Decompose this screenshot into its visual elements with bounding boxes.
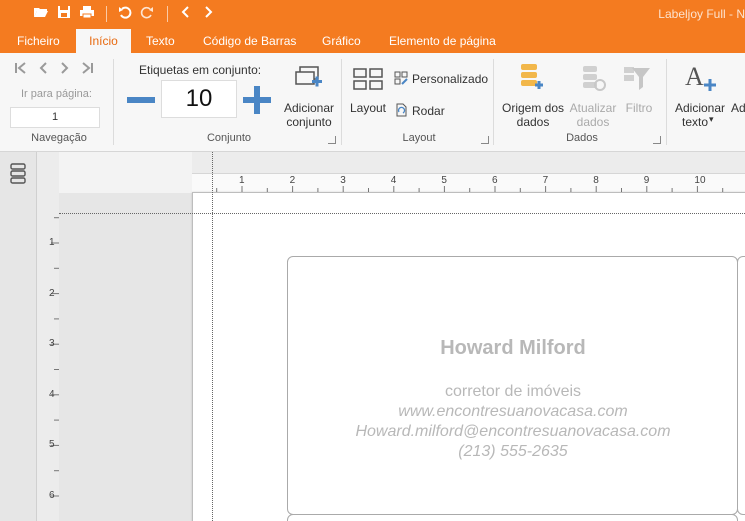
next-button-partial[interactable]: Ad [731,101,745,115]
increase-count-button-vertical [254,86,260,114]
redo-icon[interactable] [138,5,156,23]
card-phone: (213) 555-2635 [458,443,568,460]
ribbon: Ir para página: 1 Navegação Etiquetas em… [0,53,745,152]
card-name: Howard Milford [440,337,586,359]
add-text-button-line2[interactable]: texto [682,115,708,129]
layout-icon[interactable] [353,68,383,93]
data-source-icon[interactable] [519,63,547,96]
ruler-label: 2 [49,287,55,299]
set-group-launcher[interactable] [328,136,336,144]
data-group-launcher[interactable] [653,136,661,144]
window-title: Labeljoy Full - N [658,7,745,21]
add-set-icon[interactable] [294,65,324,96]
tab-inicio[interactable]: Início [76,29,131,53]
card-email: Howard.milford@encontresuanovacasa.com [355,423,671,440]
ruler-label: 4 [390,175,397,186]
tab-grafico[interactable]: Gráfico [312,29,371,53]
add-text-dropdown-icon[interactable]: ▾ [709,114,714,125]
ruler-label: 5 [49,439,55,451]
ruler-label: 10 [694,175,706,186]
set-count-label: Etiquetas em conjunto: [139,63,262,77]
decrease-count-button[interactable] [127,97,155,103]
last-page-icon[interactable] [80,61,96,77]
group-separator [113,59,114,145]
tab-ficheiro[interactable]: Ficheiro [7,29,70,53]
rotate-button[interactable]: Rodar [412,104,445,118]
margin-guide-horizontal [59,213,745,214]
data-source-button-line1[interactable]: Origem dos [499,101,567,115]
add-text-icon[interactable]: A [684,62,718,96]
label-card-below[interactable] [287,514,738,521]
ruler-corner [37,152,59,193]
title-bar: Labeljoy Full - N [0,0,745,29]
layout-group-launcher[interactable] [481,136,489,144]
filter-button[interactable]: Filtro [620,101,658,115]
ruler-label: 6 [492,175,498,186]
rotate-icon[interactable] [394,103,408,120]
database-icon[interactable] [10,163,26,185]
filter-icon [622,65,652,96]
update-data-button-line1[interactable]: Atualizar [566,101,620,115]
group-separator [493,59,494,145]
print-icon[interactable] [78,5,96,23]
ruler-label: 5 [441,175,447,186]
vertical-ruler: 1 2 3 4 5 6 [37,193,59,521]
page-number-input[interactable]: 1 [10,107,100,128]
add-set-button-line2[interactable]: conjunto [282,115,336,129]
custom-layout-icon[interactable] [394,71,408,88]
toolbar-separator [167,6,168,22]
add-text-button-line1[interactable]: Adicionar [672,101,728,115]
data-source-button-line2[interactable]: dados [499,115,567,129]
svg-text:A: A [685,63,704,91]
tab-elemento-pagina[interactable]: Elemento de página [379,29,506,53]
forward-icon[interactable] [199,5,217,23]
group-label-navegacao: Navegação [31,132,87,144]
back-icon[interactable] [177,5,195,23]
group-label-layout: Layout [402,132,436,144]
ruler-label: 2 [289,175,296,186]
next-page-icon[interactable] [57,61,73,77]
ruler-label: 6 [49,490,55,501]
group-label-conjunto: Conjunto [206,132,252,144]
save-icon[interactable] [55,5,73,23]
ruler-label: 9 [643,175,650,186]
undo-icon[interactable] [116,5,134,23]
update-data-icon [581,65,607,96]
ruler-label: 1 [239,175,245,186]
group-label-dados: Dados [566,132,598,144]
update-data-button-line2[interactable]: dados [566,115,620,129]
card-website: www.encontresuanovacasa.com [398,403,628,420]
card-title: corretor de imóveis [444,383,582,400]
group-separator [341,59,342,145]
layout-button[interactable]: Layout [346,101,390,115]
ruler-label: 8 [593,175,599,186]
horizontal-ruler: 1 2 3 4 5 6 7 8 9 10 [192,152,745,194]
prev-page-icon[interactable] [35,61,51,77]
ruler-label: 3 [49,338,55,350]
open-icon[interactable] [32,5,50,23]
ruler-label: 4 [49,388,55,400]
margin-guide-vertical [212,152,213,521]
goto-page-label: Ir para página: [21,88,92,100]
set-count-input[interactable]: 10 [161,80,237,118]
group-separator [666,59,667,145]
first-page-icon[interactable] [12,61,28,77]
custom-layout-button[interactable]: Personalizado [412,72,488,86]
tab-codigo-barras[interactable]: Código de Barras [193,29,306,53]
tab-texto[interactable]: Texto [136,29,185,53]
ruler-label: 7 [542,175,549,186]
ruler-label: 1 [49,237,55,248]
side-panel-strip [0,152,37,521]
label-card-next[interactable] [737,256,745,515]
ribbon-tabs: Ficheiro Início Texto Código de Barras G… [0,29,745,53]
toolbar-separator [106,6,107,22]
ruler-label: 3 [340,175,346,186]
add-set-button-line1[interactable]: Adicionar [282,101,336,115]
